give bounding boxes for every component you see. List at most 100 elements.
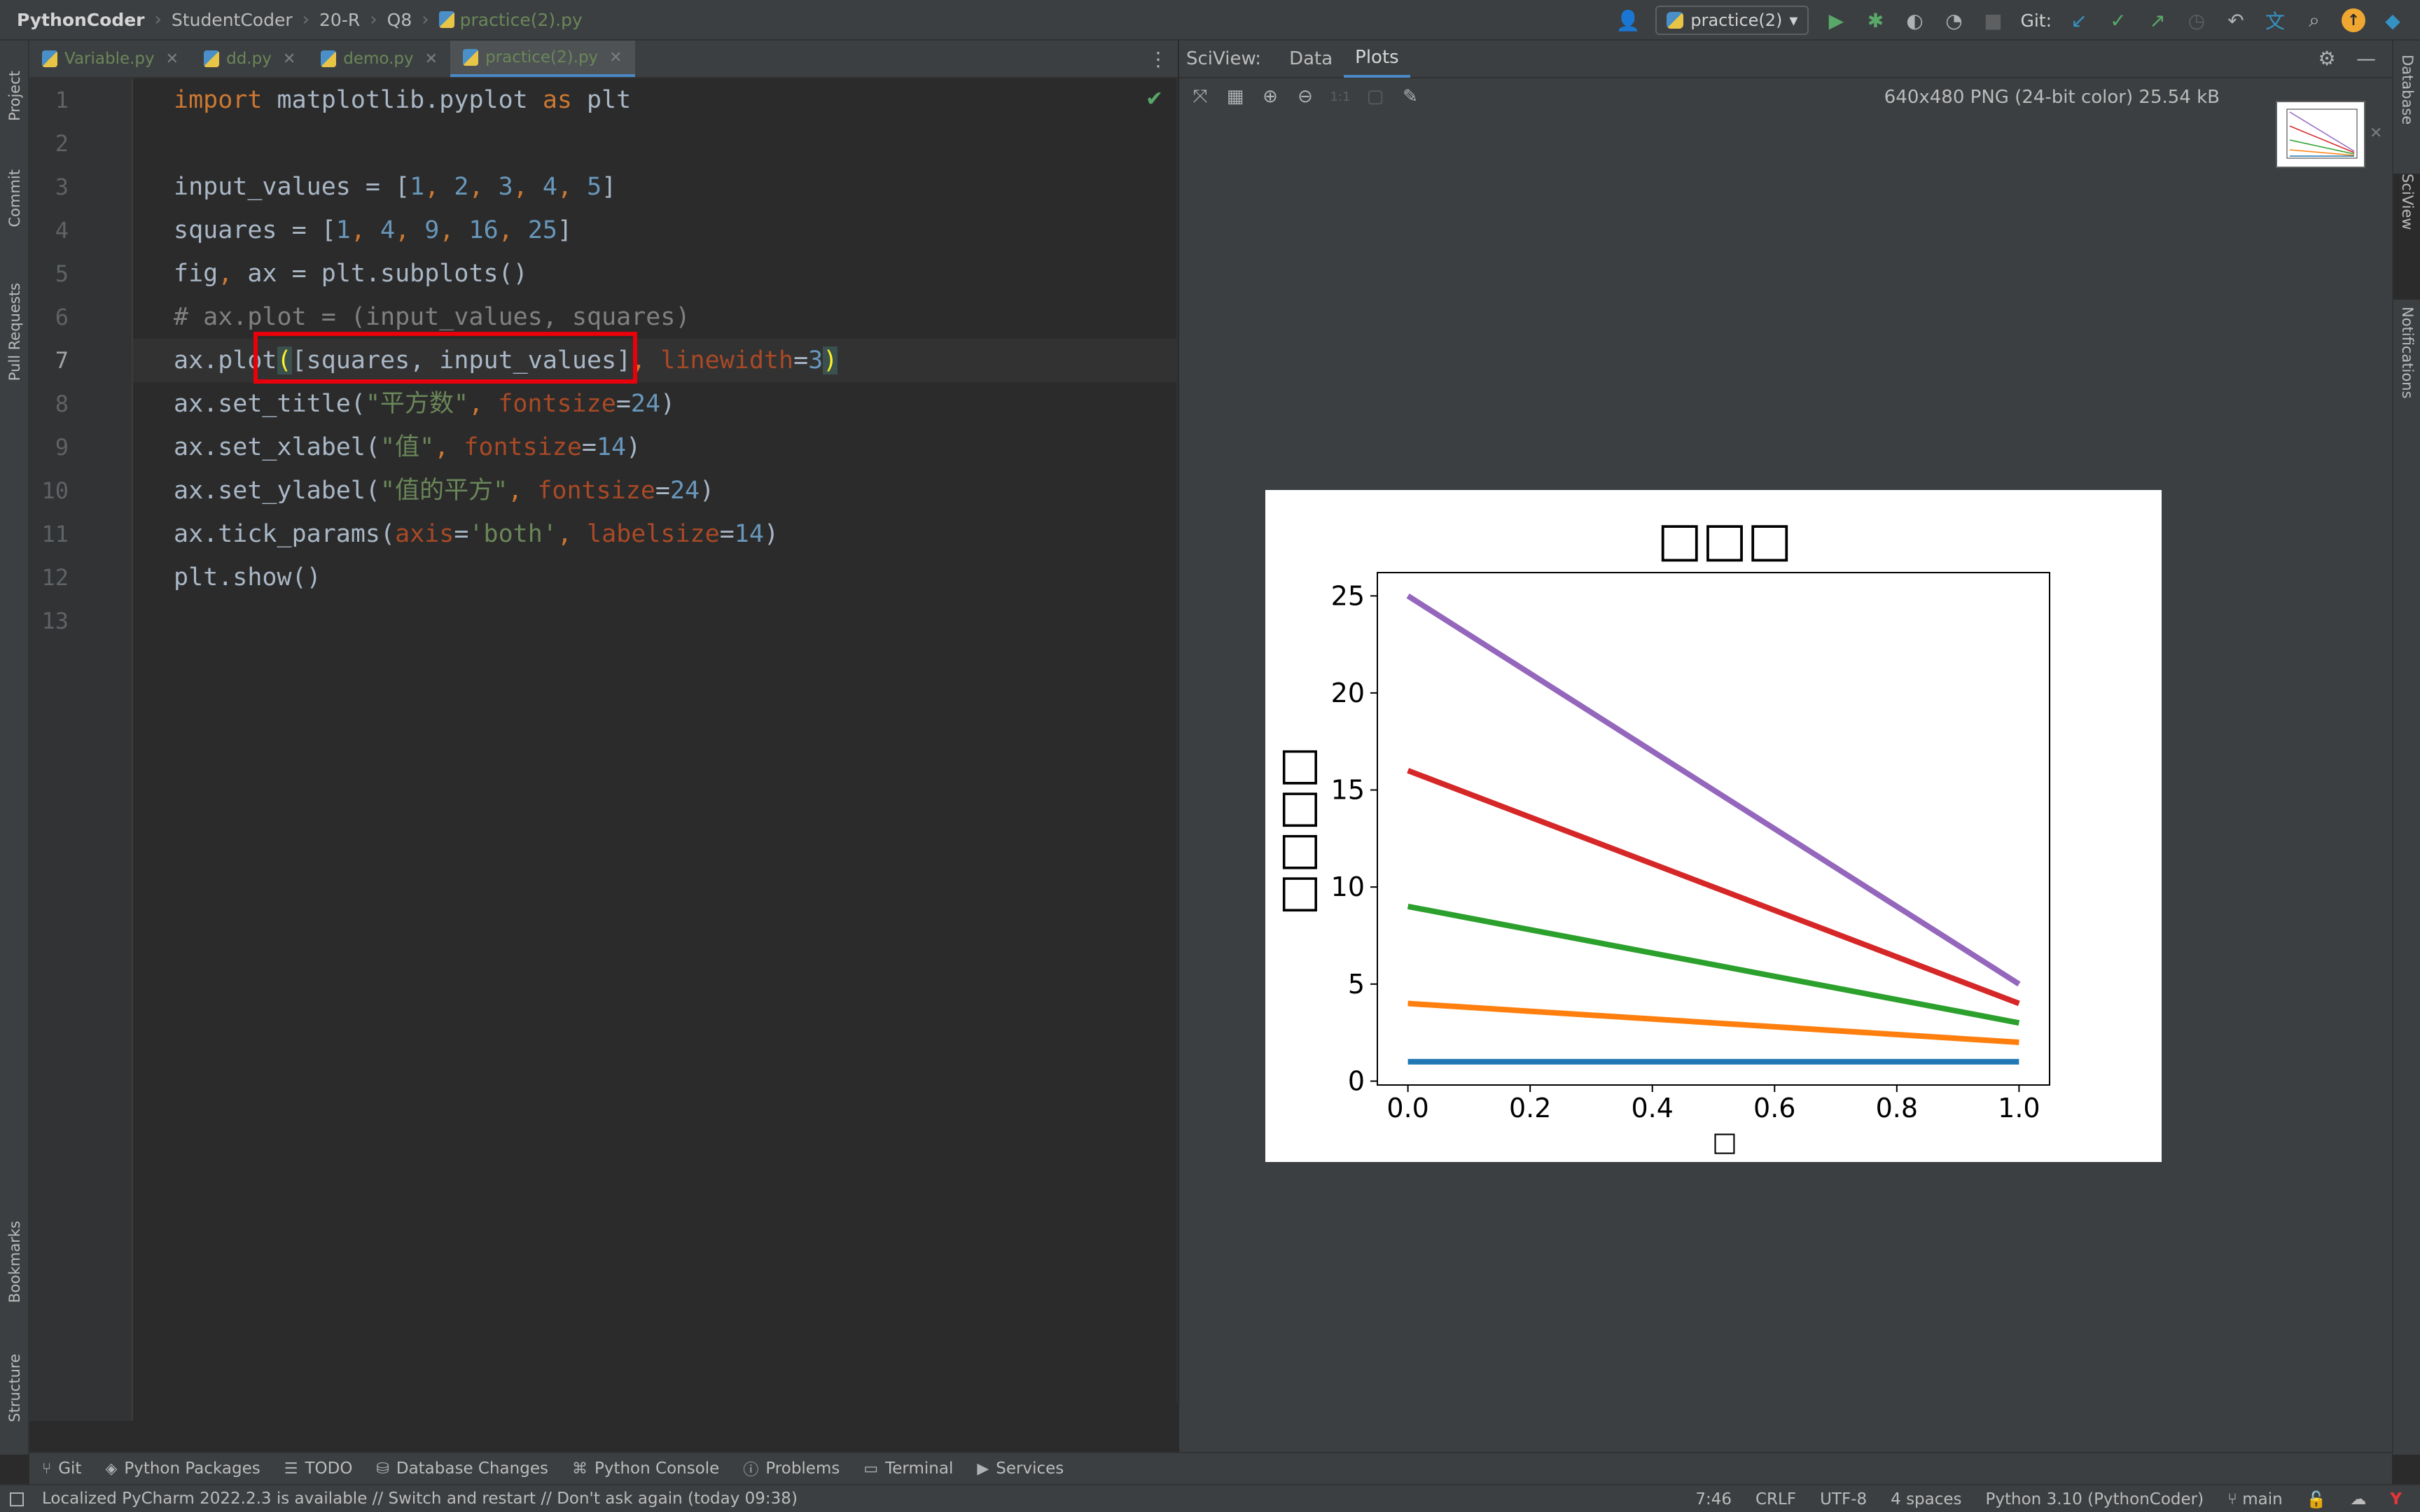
jetbrains-y-icon[interactable]: Y: [2390, 1490, 2402, 1508]
annotation-highlight-box: [253, 332, 637, 384]
coverage-icon[interactable]: ◐: [1903, 8, 1926, 32]
tab-data[interactable]: Data: [1278, 40, 1344, 78]
git-branch[interactable]: ⑂ main: [2227, 1490, 2283, 1508]
line-number: 4: [55, 217, 69, 244]
line-number: 13: [41, 608, 69, 634]
thumbnail-chart: [2286, 108, 2358, 159]
toggle-tool-windows-icon[interactable]: [10, 1492, 24, 1506]
status-message[interactable]: Localized PyCharm 2022.2.3 is available …: [42, 1490, 798, 1508]
zoom-in-icon[interactable]: ⊕: [1259, 85, 1281, 108]
tool-bookmarks[interactable]: Bookmarks: [0, 1203, 29, 1322]
tool-python-console[interactable]: ⌘ Python Console: [572, 1460, 719, 1478]
breadcrumb-folder-q8[interactable]: Q8: [387, 10, 412, 30]
debug-icon[interactable]: ✱: [1863, 8, 1887, 32]
minimize-icon[interactable]: —: [2354, 46, 2378, 70]
gear-icon[interactable]: ⚙: [2315, 46, 2339, 70]
plot-thumbnail[interactable]: [2276, 101, 2365, 168]
tool-python-packages[interactable]: ◈ Python Packages: [105, 1460, 260, 1478]
git-commit-icon[interactable]: ✓: [2106, 8, 2130, 32]
tab-variable-py[interactable]: Variable.py ✕: [29, 41, 191, 77]
layers-icon: ◈: [105, 1460, 118, 1478]
tool-terminal[interactable]: ▭ Terminal: [863, 1460, 953, 1478]
user-account-icon[interactable]: 👤: [1616, 8, 1641, 32]
line-number: 5: [55, 260, 69, 287]
code-line-12: plt.show(): [174, 564, 321, 592]
y-tick-label: 0: [1348, 1065, 1365, 1096]
left-tool-strip: Project Commit Pull Requests Bookmarks S…: [0, 41, 29, 1455]
line-number: 8: [55, 391, 69, 417]
tab-dd-py[interactable]: dd.py ✕: [191, 41, 308, 77]
run-icon[interactable]: ▶: [1824, 8, 1848, 32]
close-icon[interactable]: ✕: [609, 49, 622, 66]
rollback-icon[interactable]: ↶: [2224, 8, 2248, 32]
tool-git[interactable]: ⑂ Git: [42, 1460, 81, 1478]
tab-practice2-py[interactable]: practice(2).py ✕: [450, 41, 635, 77]
fit-zoom-icon[interactable]: ▢: [1364, 85, 1386, 108]
navigation-bar: PythonCoder › StudentCoder › 20-R › Q8 ›…: [0, 0, 2420, 41]
python-file-icon: [321, 50, 337, 67]
run-configuration-select[interactable]: practice(2) ▾: [1655, 6, 1809, 35]
python-file-icon: [463, 49, 479, 66]
tool-services[interactable]: ▶ Services: [977, 1460, 1064, 1478]
close-icon[interactable]: ✕: [283, 50, 295, 68]
series-lines: [1406, 593, 2021, 1065]
jetbrains-logo-icon[interactable]: ◆: [2381, 8, 2405, 32]
search-icon[interactable]: ⌕: [2302, 8, 2326, 32]
stop-icon[interactable]: ■: [1981, 8, 2005, 32]
thumbnail-series: [2289, 149, 2355, 156]
tab-plots[interactable]: Plots: [1344, 40, 1410, 78]
horizontal-scrollbar[interactable]: [133, 1403, 1178, 1421]
sciview-header: SciView: Data Plots ⚙ —: [1179, 41, 2392, 78]
interpreter-selector[interactable]: Python 3.10 (PythonCoder): [1986, 1490, 2204, 1508]
code-line-9: ax.set_xlabel("值", fontsize=14): [174, 433, 641, 461]
series-line-2: [1407, 1000, 2019, 1045]
tool-notifications[interactable]: Notifications: [2393, 307, 2420, 454]
zoom-out-icon[interactable]: ⊖: [1294, 85, 1316, 108]
tool-database-changes[interactable]: ⛁ Database Changes: [376, 1460, 548, 1478]
code-line-4: squares = [1, 4, 9, 16, 25]: [174, 216, 573, 244]
breadcrumb-folder-20r[interactable]: 20-R: [319, 10, 360, 30]
x-axis-label: □: [1712, 1126, 1737, 1157]
line-separator[interactable]: CRLF: [1755, 1490, 1796, 1508]
translate-icon[interactable]: 文: [2263, 8, 2287, 33]
git-update-icon[interactable]: ↙: [2067, 8, 2091, 32]
update-icon[interactable]: ↑: [2342, 8, 2365, 32]
tool-problems[interactable]: ⓘ Problems: [743, 1457, 840, 1480]
terminal-icon: ▭: [863, 1460, 879, 1478]
lock-icon[interactable]: 🔓: [2307, 1490, 2327, 1509]
profile-icon[interactable]: ◔: [1942, 8, 1966, 32]
line-number: 1: [55, 87, 69, 113]
color-picker-icon[interactable]: ✎: [1399, 85, 1421, 108]
close-icon[interactable]: ✕: [2370, 125, 2382, 142]
file-encoding[interactable]: UTF-8: [1820, 1490, 1867, 1508]
tool-project[interactable]: Project: [0, 50, 29, 141]
git-push-icon[interactable]: ↗: [2146, 8, 2169, 32]
tab-demo-py[interactable]: demo.py ✕: [308, 41, 450, 77]
history-icon[interactable]: ◷: [2185, 8, 2209, 32]
more-options-icon[interactable]: ⋮: [1148, 48, 1168, 71]
inspection-ok-icon[interactable]: ✔: [1146, 87, 1163, 111]
chevron-right-icon: ›: [422, 9, 429, 30]
tool-pull-requests[interactable]: Pull Requests: [0, 255, 29, 409]
tool-todo[interactable]: ☰ TODO: [284, 1460, 353, 1478]
indent-setting[interactable]: 4 spaces: [1891, 1490, 1961, 1508]
grid-icon[interactable]: ▦: [1224, 85, 1246, 108]
tool-commit[interactable]: Commit: [0, 153, 29, 244]
chevron-right-icon: ›: [154, 9, 162, 30]
close-icon[interactable]: ✕: [166, 50, 179, 68]
git-label: Git:: [2020, 10, 2052, 31]
actual-size-icon[interactable]: 1:1: [1329, 85, 1351, 108]
breadcrumb-file[interactable]: practice(2).py: [460, 10, 583, 30]
fit-to-window-icon[interactable]: ⤧: [1189, 85, 1211, 108]
x-tick-label: 0.0: [1386, 1093, 1428, 1124]
close-icon[interactable]: ✕: [425, 50, 438, 68]
tool-structure[interactable]: Structure: [0, 1336, 29, 1441]
tool-sciview[interactable]: SciView: [2393, 174, 2420, 300]
breadcrumb-project[interactable]: PythonCoder: [17, 10, 145, 30]
memory-icon[interactable]: ☁: [2350, 1490, 2366, 1508]
python-file-icon: [42, 50, 57, 67]
caret-position[interactable]: 7:46: [1695, 1490, 1732, 1508]
tool-database[interactable]: Database: [2393, 55, 2420, 167]
breadcrumb-folder-studentcoder[interactable]: StudentCoder: [172, 10, 293, 30]
code-line-1: import matplotlib.pyplot as plt: [174, 86, 632, 114]
